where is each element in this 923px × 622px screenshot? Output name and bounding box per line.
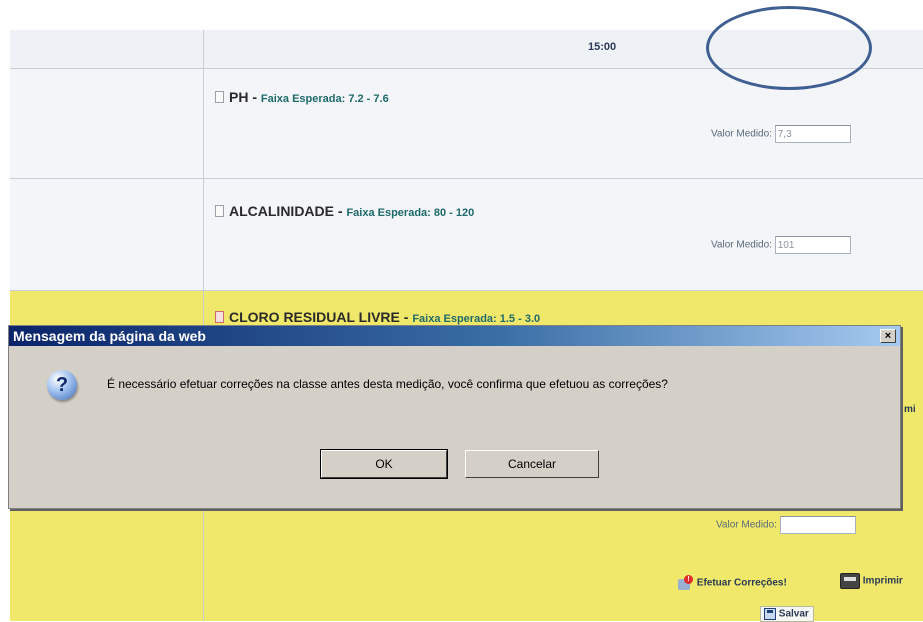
measure-input-cloro[interactable] [779,516,856,534]
measure-label: Valor Medido: [711,128,772,140]
save-button[interactable]: Salvar [760,606,814,622]
corrections-link[interactable]: ! Efetuar Correções! [678,575,787,591]
measure-input-alcalinidade[interactable] [774,236,851,254]
measure-alcalinidade: Valor Medido: [711,236,851,254]
document-icon [215,205,224,217]
partial-label: mi [904,404,916,415]
measure-input-ph[interactable] [774,125,851,143]
table-row-alcalinidade [10,179,923,291]
dialog-title: Mensagem da página da web [13,328,206,344]
close-icon[interactable]: × [880,329,896,343]
corrections-icon: ! [678,575,694,591]
measure-label: Valor Medido: [716,519,777,531]
save-icon [764,608,776,620]
annotation-circle [706,6,872,90]
time-column-header: 15:00 [588,41,617,53]
question-icon: ? [47,370,77,400]
measure-cloro: Valor Medido: [716,516,856,534]
printer-icon [840,573,860,589]
dialog-message: É necessário efetuar correções na classe… [107,377,668,391]
confirm-dialog: Mensagem da página da web × ? É necessár… [8,325,901,509]
measure-ph: Valor Medido: [711,125,851,143]
param-name: CLORO RESIDUAL LIVRE [229,309,400,325]
param-ph: PH - Faixa Esperada: 7.2 - 7.6 [215,89,389,105]
page: 15:00 PH - Faixa Esperada: 7.2 - 7.6 Val… [0,0,923,622]
param-range: Faixa Esperada: 1.5 - 3.0 [412,313,541,325]
document-icon [215,91,224,103]
param-name: ALCALINIDADE [229,203,334,219]
param-name: PH [229,89,249,105]
dialog-titlebar: Mensagem da página da web × [9,326,900,346]
print-link[interactable]: Imprimir [840,573,903,589]
document-icon [215,311,224,323]
measure-label: Valor Medido: [711,239,772,251]
ok-button[interactable]: OK [320,449,448,479]
param-cloro: CLORO RESIDUAL LIVRE - Faixa Esperada: 1… [215,309,540,325]
param-range: Faixa Esperada: 7.2 - 7.6 [260,93,389,105]
param-alcalinidade: ALCALINIDADE - Faixa Esperada: 80 - 120 [215,203,474,219]
cancel-button[interactable]: Cancelar [465,450,599,478]
param-range: Faixa Esperada: 80 - 120 [346,207,475,219]
